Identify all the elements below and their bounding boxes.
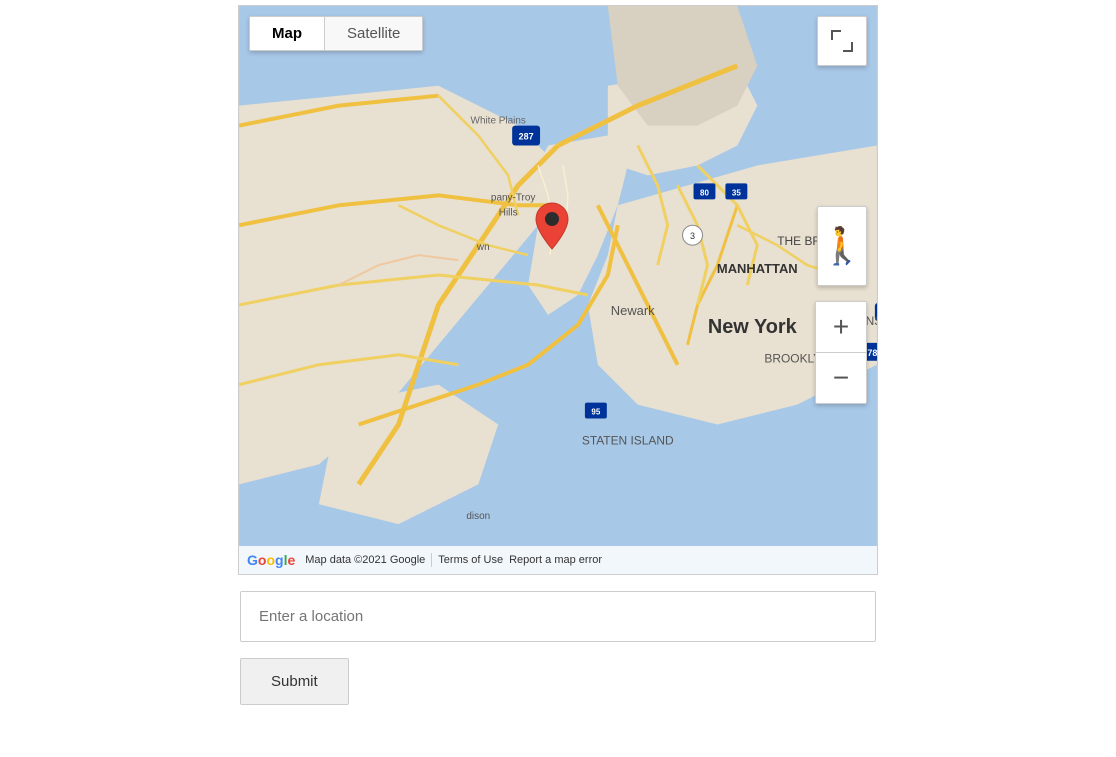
svg-text:Hills: Hills [499, 207, 518, 218]
svg-text:White Plains: White Plains [471, 116, 526, 127]
svg-text:dison: dison [466, 511, 490, 522]
svg-text:80: 80 [700, 188, 709, 197]
zoom-in-button[interactable]: + [816, 302, 866, 352]
footer-separator [431, 553, 432, 567]
map-type-toggle: Map Satellite [249, 16, 423, 51]
svg-text:STATEN ISLAND: STATEN ISLAND [582, 433, 674, 447]
svg-text:pany-Troy: pany-Troy [491, 192, 535, 203]
satellite-button[interactable]: Satellite [325, 17, 422, 50]
svg-text:3: 3 [690, 231, 695, 241]
report-error-link[interactable]: Report a map error [509, 554, 602, 566]
zoom-out-button[interactable]: − [816, 353, 866, 403]
map-background: 287 80 35 3 278 295 678 27 [239, 6, 877, 574]
map-button[interactable]: Map [250, 17, 324, 50]
street-view-button[interactable]: 🚶 [817, 206, 867, 286]
svg-text:Newark: Newark [611, 303, 655, 318]
fullscreen-button[interactable] [817, 16, 867, 66]
page-container: 287 80 35 3 278 295 678 27 [238, 0, 878, 705]
pegman-icon: 🚶 [820, 225, 865, 267]
svg-text:95: 95 [591, 408, 600, 417]
svg-text:New York: New York [708, 316, 798, 338]
map-footer: Google Map data ©2021 Google Terms of Us… [239, 546, 877, 574]
google-logo: Google [247, 552, 295, 568]
fullscreen-icon [831, 30, 853, 52]
zoom-controls: + − [815, 301, 867, 404]
svg-text:35: 35 [732, 188, 741, 197]
input-area: Submit [238, 591, 878, 705]
map-attribution: Map data ©2021 Google [305, 554, 425, 566]
map-container: 287 80 35 3 278 295 678 27 [238, 5, 878, 575]
location-input[interactable] [240, 591, 876, 642]
svg-text:wn: wn [476, 242, 490, 253]
svg-text:MANHATTAN: MANHATTAN [717, 261, 798, 276]
svg-text:287: 287 [519, 132, 534, 142]
submit-button[interactable]: Submit [240, 658, 349, 705]
terms-of-use-link[interactable]: Terms of Use [438, 554, 503, 566]
